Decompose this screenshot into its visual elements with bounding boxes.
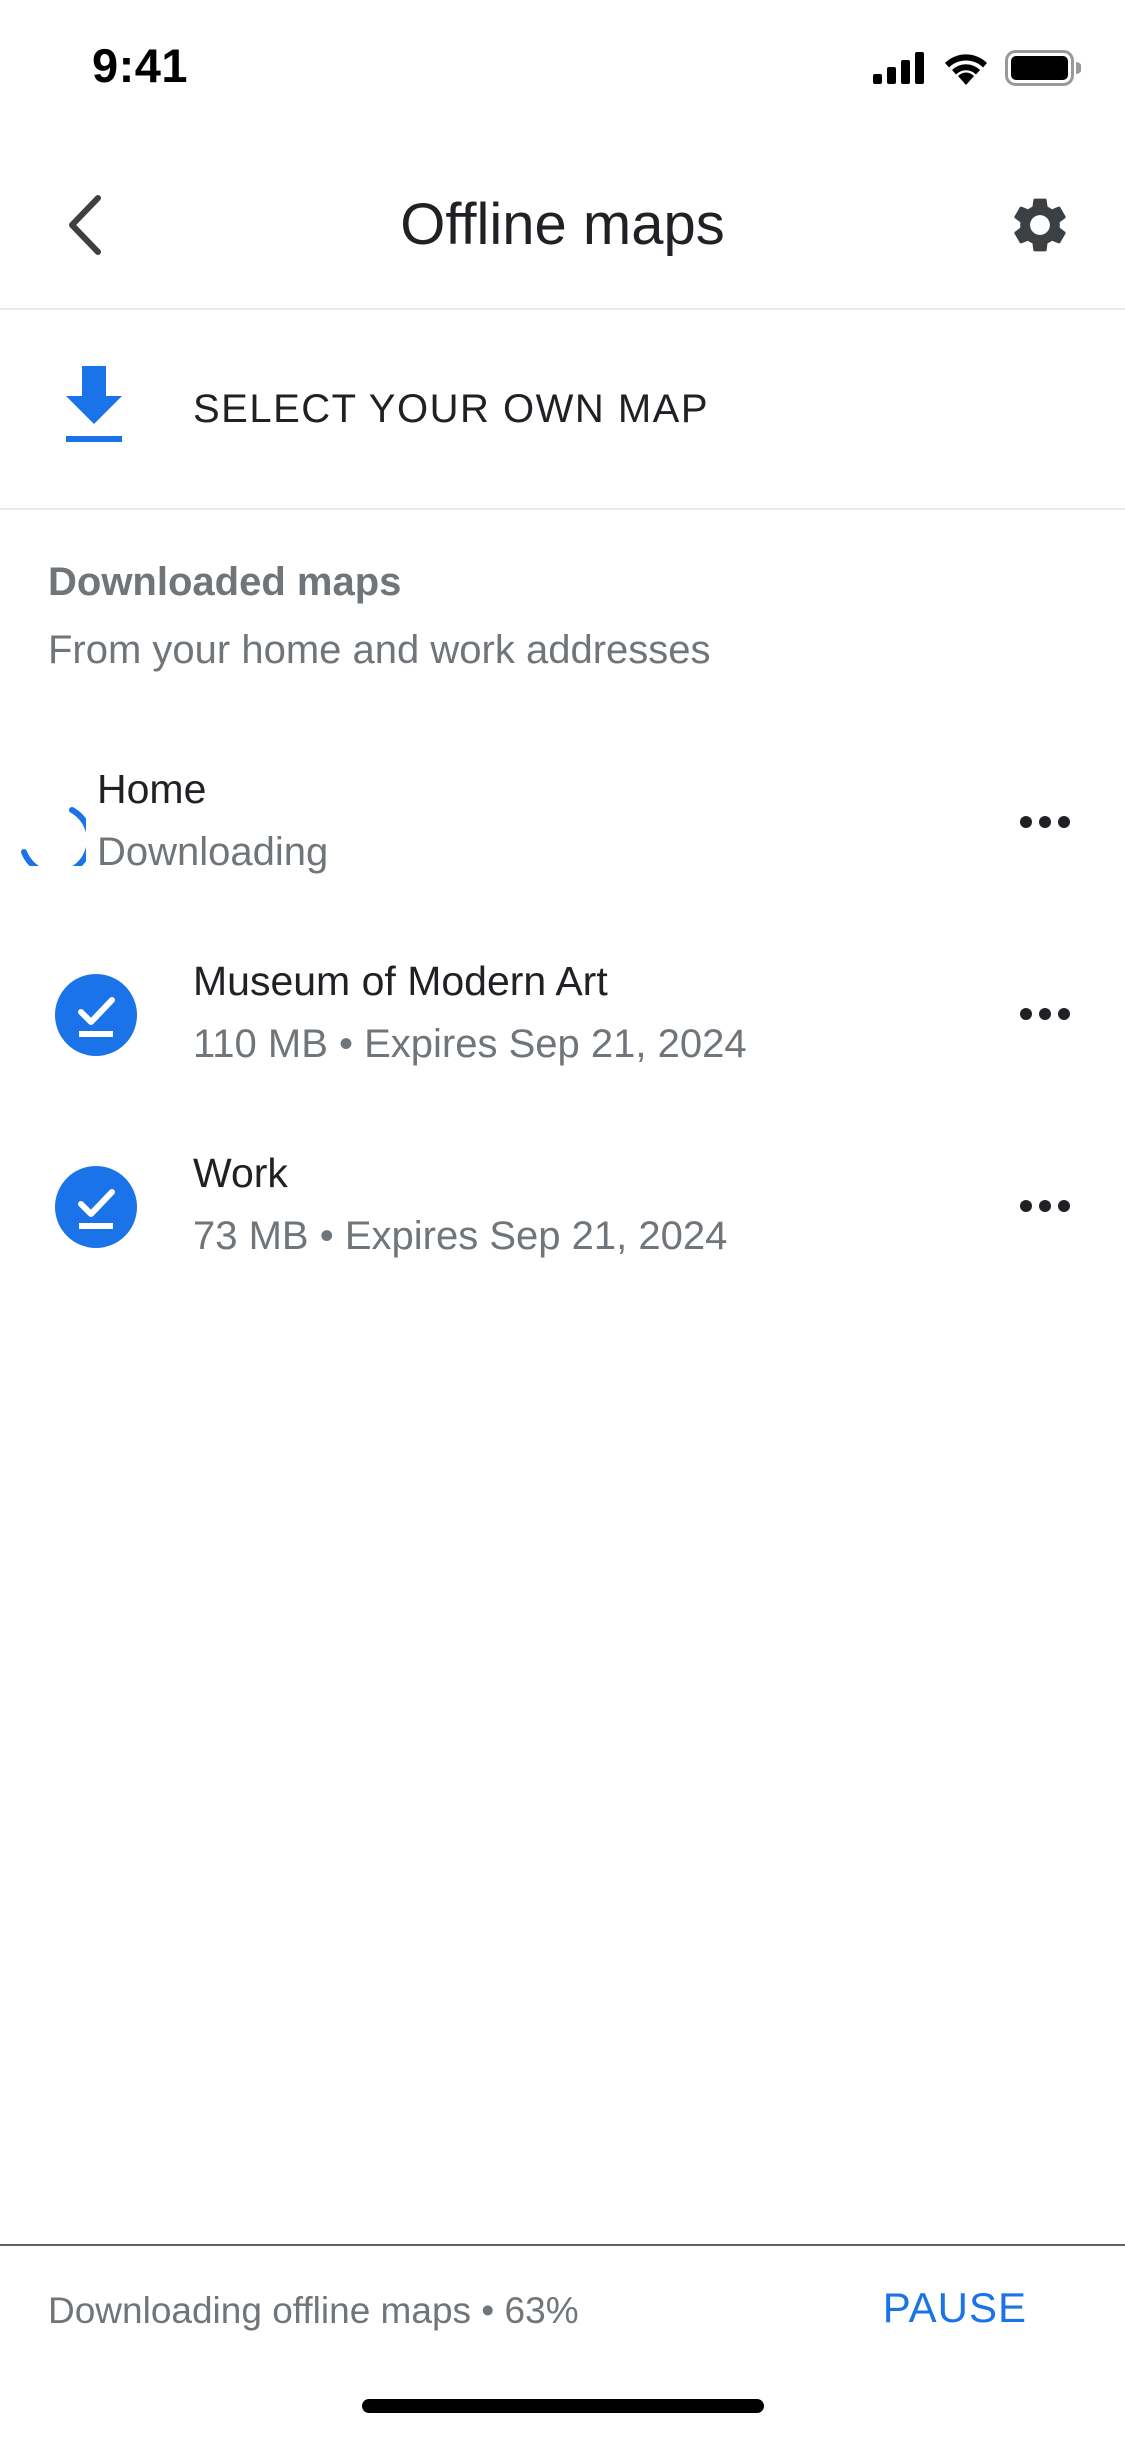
map-item-museum[interactable]: Museum of Modern Art 110 MB • Expires Se… (0, 932, 1125, 1122)
map-item-title: Work (193, 1150, 288, 1196)
status-icons (873, 50, 1081, 86)
loading-spinner-icon (21, 807, 86, 866)
status-time: 9:41 (92, 39, 189, 92)
home-indicator[interactable] (362, 2399, 764, 2413)
map-item-subtitle: 110 MB • Expires Sep 21, 2024 (193, 1022, 747, 1066)
pause-button[interactable]: PAUSE (883, 2284, 1027, 2332)
gear-icon (1014, 198, 1066, 252)
more-horizontal-icon (1020, 1008, 1070, 1020)
map-item-subtitle: 73 MB • Expires Sep 21, 2024 (193, 1214, 728, 1258)
select-own-map-label: SELECT YOUR OWN MAP (193, 387, 709, 431)
section-title: Downloaded maps (48, 560, 402, 604)
page-title: Offline maps (400, 192, 725, 257)
cellular-signal-icon (873, 52, 924, 84)
more-options-button[interactable] (1005, 974, 1085, 1054)
status-bar: 9:41 (0, 0, 1125, 140)
download-icon (66, 366, 122, 442)
download-status-text: Downloading offline maps • 63% (48, 2290, 579, 2331)
downloaded-check-icon (55, 974, 137, 1056)
more-options-button[interactable] (1005, 782, 1085, 862)
wifi-icon (945, 54, 987, 85)
more-horizontal-icon (1020, 1200, 1070, 1212)
map-item-subtitle: Downloading (97, 830, 329, 874)
map-item-home[interactable]: Home Downloading (0, 740, 1125, 930)
section-subtitle: From your home and work addresses (48, 628, 711, 672)
more-options-button[interactable] (1005, 1166, 1085, 1246)
more-horizontal-icon (1020, 816, 1070, 828)
settings-button[interactable] (995, 180, 1085, 270)
map-item-title: Museum of Modern Art (193, 958, 608, 1004)
select-own-map-button[interactable]: SELECT YOUR OWN MAP (0, 310, 1125, 510)
app-bar: Offline maps (0, 140, 1125, 310)
map-item-work[interactable]: Work 73 MB • Expires Sep 21, 2024 (0, 1124, 1125, 1314)
battery-icon (1005, 50, 1081, 86)
downloaded-check-icon (55, 1166, 137, 1248)
map-item-title: Home (97, 766, 207, 812)
